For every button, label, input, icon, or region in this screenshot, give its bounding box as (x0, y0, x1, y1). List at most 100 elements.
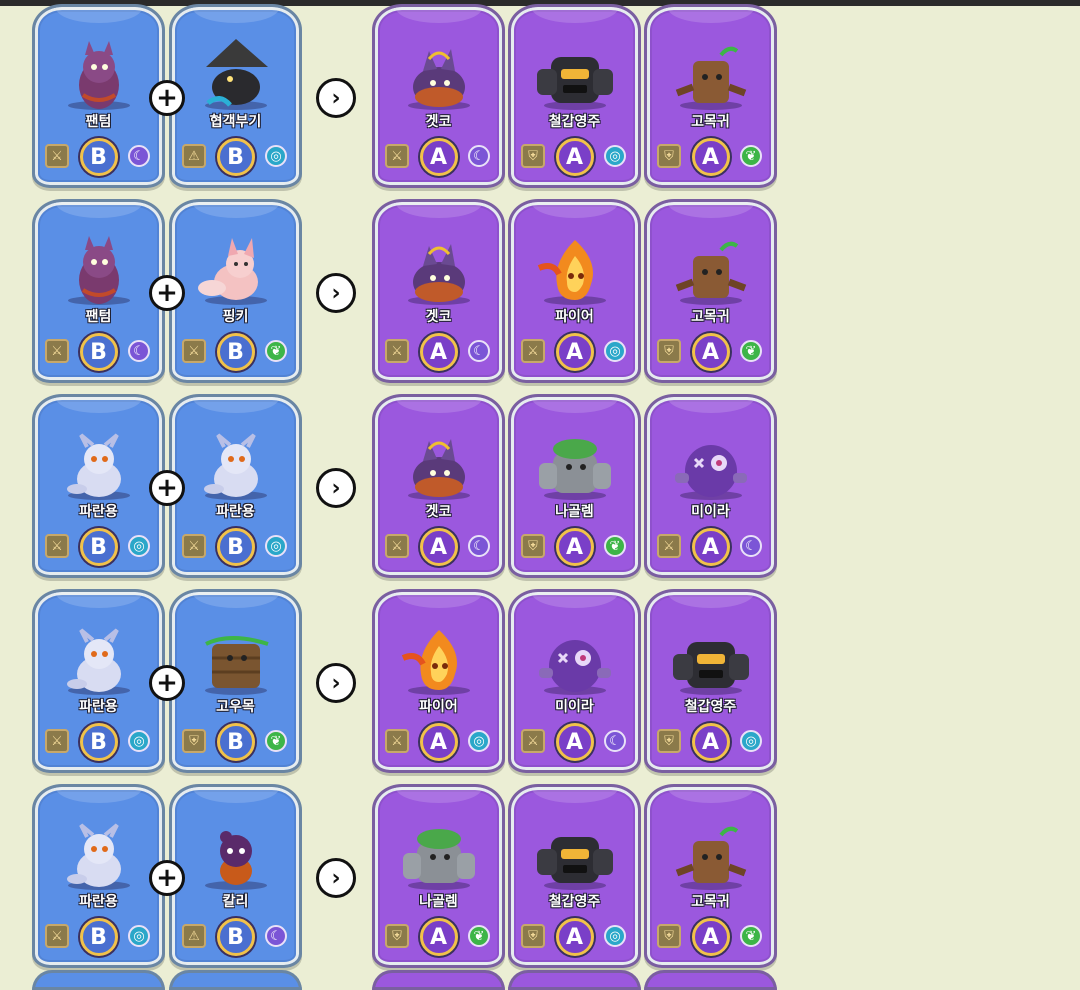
monster-card[interactable]: 겟코 ⚔ A ☾ (372, 394, 505, 578)
sword-icon: ⚔ (45, 339, 69, 363)
chevron-right-icon: › (316, 858, 356, 898)
monster-card[interactable]: 핑키 ⚔ B ❦ (169, 199, 302, 383)
monster-card[interactable]: 겟코 ⚔ A ☾ (372, 4, 505, 188)
monster-card[interactable]: 겟코 ⚔ A ☾ (372, 199, 505, 383)
monster-art-phantom (78, 41, 119, 109)
sword-icon: ⚔ (521, 339, 545, 363)
sword-icon: ⚔ (385, 729, 409, 753)
grade-badge: A (691, 918, 730, 956)
monster-card[interactable]: 팬텀 ⚔ B ☾ (32, 199, 165, 383)
monster-art-fire (401, 630, 457, 690)
monster-name: 파이어 (419, 699, 458, 715)
monster-card[interactable]: 고목귀 ⛨ A ❦ (644, 4, 777, 188)
sword-icon: ⚔ (385, 534, 409, 558)
grade-badge: A (555, 918, 594, 956)
shield-icon: ⛨ (521, 534, 545, 558)
monster-card[interactable]: 미이라 ⚔ A ☾ (644, 394, 777, 578)
grade-badge: A (691, 138, 730, 176)
monster-card[interactable]: 팬텀 ⚔ B ☾ (32, 4, 165, 188)
monster-name: 고목귀 (691, 309, 730, 325)
element-moon-icon: ☾ (128, 145, 150, 167)
element-moon-icon: ☾ (468, 340, 490, 362)
combination-row: 파란용 ⚔ B ◎ 고우목 ⛨ B ❦ + › 파이어 ⚔ A ◎ 미이라 ⚔ A ☾ 철갑영주 ⛨ A ◎ (32, 589, 792, 775)
monster-art-golem (402, 829, 475, 883)
card-top-arc (531, 592, 618, 608)
monster-name: 고우목 (216, 699, 255, 715)
monster-name: 철갑영주 (548, 894, 601, 910)
monster-name: 겟코 (425, 504, 452, 520)
monster-card[interactable]: 칼리 ⚠ B ☾ (169, 784, 302, 968)
card-top-arc (55, 787, 142, 803)
monster-card[interactable]: 파란용 ⚔ B ◎ (32, 394, 165, 578)
monster-card[interactable]: 철갑영주 ⛨ A ◎ (508, 4, 641, 188)
element-water-icon: ◎ (604, 145, 626, 167)
grade-badge: A (691, 528, 730, 566)
element-moon-icon: ☾ (740, 535, 762, 557)
monster-art-mummy (674, 445, 747, 497)
sword-icon: ⚔ (385, 339, 409, 363)
monster-card[interactable]: 협객부기 ⚠ B ◎ (169, 4, 302, 188)
monster-art-ironlord (536, 837, 613, 883)
grade-badge: B (216, 528, 255, 566)
monster-card[interactable]: 고목귀 ⛨ A ❦ (644, 199, 777, 383)
monster-card[interactable]: 파이어 ⚔ A ◎ (372, 589, 505, 773)
monster-name: 나골렘 (419, 894, 458, 910)
grade-badge: A (555, 528, 594, 566)
card-top-arc (667, 397, 754, 413)
chevron-right-icon: › (316, 663, 356, 703)
card-top-arc (192, 397, 279, 413)
card-top-arc (192, 787, 279, 803)
monster-name: 고목귀 (691, 114, 730, 130)
monster-name: 미이라 (555, 699, 594, 715)
element-leaf-icon: ❦ (265, 730, 287, 752)
monster-card[interactable]: 철갑영주 ⛨ A ◎ (508, 784, 641, 968)
monster-name: 파란용 (79, 894, 118, 910)
element-leaf-icon: ❦ (740, 340, 762, 362)
monster-card[interactable]: 고우목 ⛨ B ❦ (169, 589, 302, 773)
shield-icon: ⛨ (657, 339, 681, 363)
monster-card[interactable]: 나골렘 ⛨ A ❦ (508, 394, 641, 578)
grade-badge: B (216, 138, 255, 176)
monster-card[interactable]: 미이라 ⚔ A ☾ (508, 589, 641, 773)
monster-art-dragon (66, 433, 121, 497)
monster-art-golem (538, 439, 611, 493)
card-top-arc (531, 397, 618, 413)
card-top-arc (395, 397, 482, 413)
grade-badge: A (419, 333, 458, 371)
shield-icon: ⛨ (657, 924, 681, 948)
combination-row: 파란용 ⚔ B ◎ 칼리 ⚠ B ☾ + › 나골렘 ⛨ A ❦ 철갑영주 ⛨ A ◎ 고목귀 ⛨ A ❦ (32, 784, 792, 970)
warning-icon: ⚠ (182, 924, 206, 948)
monster-card[interactable]: 파란용 ⚔ B ◎ (32, 589, 165, 773)
monster-card[interactable]: 파란용 ⚔ B ◎ (32, 784, 165, 968)
monster-card[interactable]: 파이어 ⚔ A ◎ (508, 199, 641, 383)
sword-icon: ⚔ (657, 534, 681, 558)
monster-name: 고목귀 (691, 894, 730, 910)
monster-card[interactable]: 철갑영주 ⛨ A ◎ (644, 589, 777, 773)
combination-row: 팬텀 ⚔ B ☾ 협객부기 ⚠ B ◎ + › 겟코 ⚔ A ☾ 철갑영주 ⛨ A ◎ 고목귀 ⛨ A ❦ (32, 4, 792, 190)
monster-name: 팬텀 (85, 114, 112, 130)
card-top-arc (667, 7, 754, 23)
sword-icon: ⚔ (182, 339, 206, 363)
grade-badge: A (691, 723, 730, 761)
monster-name: 팬텀 (85, 309, 112, 325)
element-water-icon: ◎ (128, 730, 150, 752)
element-moon-icon: ☾ (468, 145, 490, 167)
monster-art-treant (675, 241, 746, 298)
card-top-arc (395, 7, 482, 23)
monster-art-fox (197, 238, 258, 300)
element-water-icon: ◎ (128, 925, 150, 947)
monster-art-ironlord (672, 642, 749, 688)
card-top-arc (192, 7, 279, 23)
warning-icon: ⚠ (182, 144, 206, 168)
monster-name: 파란용 (216, 504, 255, 520)
grade-badge: B (79, 918, 118, 956)
monster-card[interactable]: 고목귀 ⛨ A ❦ (644, 784, 777, 968)
grade-badge: B (79, 333, 118, 371)
monster-card[interactable]: 파란용 ⚔ B ◎ (169, 394, 302, 578)
monster-name: 협객부기 (209, 114, 262, 130)
grade-badge: A (419, 528, 458, 566)
monster-name: 파란용 (79, 699, 118, 715)
monster-art-fire (537, 240, 593, 300)
monster-card[interactable]: 나골렘 ⛨ A ❦ (372, 784, 505, 968)
element-leaf-icon: ❦ (740, 145, 762, 167)
